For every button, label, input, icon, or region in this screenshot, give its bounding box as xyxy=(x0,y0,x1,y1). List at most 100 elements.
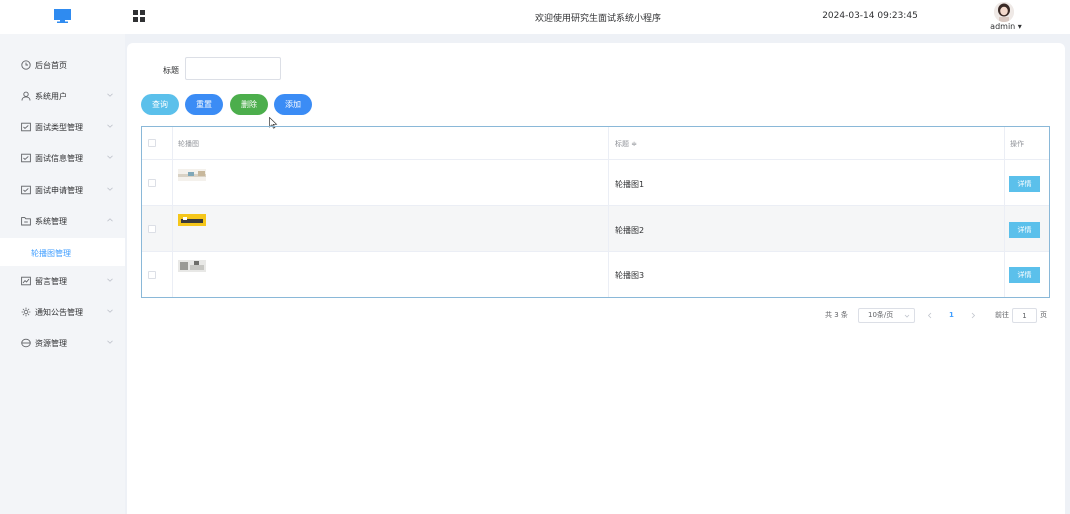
header-op-cell: 操作 xyxy=(1005,127,1049,159)
row-check-cell xyxy=(142,206,173,251)
sidebar-item-messages[interactable]: 留言管理 xyxy=(0,269,125,293)
detail-button[interactable]: 详情 xyxy=(1009,267,1040,283)
row-op-cell: 详情 xyxy=(1005,160,1049,205)
chevron-down-icon xyxy=(107,340,113,344)
carousel-thumbnail[interactable] xyxy=(178,260,206,272)
page-title: 欢迎使用研究生面试系统小程序 xyxy=(534,14,661,24)
user-icon xyxy=(21,91,31,101)
reset-button[interactable]: 重置 xyxy=(185,94,223,115)
query-button[interactable]: 查询 xyxy=(141,94,179,115)
row-op-cell: 详情 xyxy=(1005,206,1049,251)
monitor-icon[interactable] xyxy=(54,9,71,23)
clock-icon xyxy=(21,60,31,70)
chevron-up-icon xyxy=(107,218,113,222)
header-title-cell[interactable]: 标题 ≑ xyxy=(609,127,1005,159)
page-size-select[interactable]: 10条/页 xyxy=(858,308,915,323)
sidebar-item-system-management[interactable]: 系统管理 xyxy=(0,209,125,233)
header-datetime: 2024-03-14 09:23:45 xyxy=(822,11,918,21)
user-menu[interactable]: admin ▾ xyxy=(985,22,1027,31)
caret-down-icon: ▾ xyxy=(1017,22,1022,31)
delete-button[interactable]: 删除 xyxy=(230,94,268,115)
avatar-image xyxy=(994,2,1014,22)
chart-icon xyxy=(21,276,31,286)
row-check-cell xyxy=(142,252,173,297)
detail-button[interactable]: 详情 xyxy=(1009,176,1040,192)
row-title: 轮播图2 xyxy=(615,226,645,235)
next-page-icon[interactable] xyxy=(970,312,976,319)
folder-icon xyxy=(21,217,31,226)
sidebar-item-label: 面试类型管理 xyxy=(35,123,83,132)
sidebar-item-carousel-management[interactable]: 轮播图管理 xyxy=(0,238,125,266)
user-name-label: admin xyxy=(990,22,1016,31)
goto-page-input[interactable] xyxy=(1012,308,1037,323)
column-header-title[interactable]: 标题 ≑ xyxy=(615,139,637,149)
sidebar-item-interview-info[interactable]: 面试信息管理 xyxy=(0,146,125,170)
sidebar-item-label: 资源管理 xyxy=(35,339,67,348)
row-image-cell xyxy=(173,160,609,205)
avatar[interactable] xyxy=(994,2,1014,22)
row-image-cell xyxy=(173,252,609,297)
top-header: 欢迎使用研究生面试系统小程序 2024-03-14 09:23:45 admin… xyxy=(0,0,1070,34)
row-title-cell: 轮播图2 xyxy=(609,206,1005,251)
sidebar-item-label: 留言管理 xyxy=(35,277,67,286)
search-label: 标题 xyxy=(163,66,179,75)
carousel-thumbnail[interactable] xyxy=(178,214,206,226)
sidebar-item-home[interactable]: 后台首页 xyxy=(0,53,125,77)
row-image-cell xyxy=(173,206,609,251)
sidebar-item-label: 通知公告管理 xyxy=(35,308,83,317)
sidebar-item-interview-applications[interactable]: 面试申请管理 xyxy=(0,178,125,202)
sidebar-item-notices[interactable]: 通知公告管理 xyxy=(0,300,125,324)
detail-button[interactable]: 详情 xyxy=(1009,222,1040,238)
row-title: 轮播图1 xyxy=(615,180,645,189)
row-check-cell xyxy=(142,160,173,205)
row-checkbox[interactable] xyxy=(148,271,156,279)
sidebar-item-label: 系统用户 xyxy=(35,92,67,101)
main-content: 标题 查询 重置 删除 添加 轮播图 标题 ≑ 操作 轮播图1 详情 轮播图2 … xyxy=(127,43,1065,514)
page-suffix: 页 xyxy=(1040,311,1047,319)
current-page-number[interactable]: 1 xyxy=(949,308,954,323)
table-header-row: 轮播图 标题 ≑ 操作 xyxy=(142,127,1049,160)
chevron-down-icon xyxy=(107,309,113,313)
header-image-cell: 轮播图 xyxy=(173,127,609,159)
row-op-cell: 详情 xyxy=(1005,252,1049,297)
sidebar-item-label: 后台首页 xyxy=(35,61,67,70)
chevron-down-icon xyxy=(904,314,910,318)
sidebar: 后台首页 系统用户 面试类型管理 面试信息管理 面试申请管理 系统管理 轮播图管… xyxy=(0,34,125,514)
grid-menu-icon[interactable] xyxy=(133,10,145,22)
header-check-cell xyxy=(142,127,173,159)
goto-label: 前往 xyxy=(995,311,1009,319)
chevron-down-icon xyxy=(107,93,113,97)
chevron-down-icon xyxy=(107,187,113,191)
sidebar-item-system-users[interactable]: 系统用户 xyxy=(0,84,125,108)
table-row: 轮播图3 详情 xyxy=(142,252,1049,297)
pagination-total: 共 3 条 xyxy=(825,311,848,319)
sun-icon xyxy=(21,307,31,317)
form-icon xyxy=(21,122,31,132)
row-title-cell: 轮播图1 xyxy=(609,160,1005,205)
column-header-image: 轮播图 xyxy=(178,140,199,148)
disk-icon xyxy=(21,338,31,348)
form-icon xyxy=(21,185,31,195)
chevron-down-icon xyxy=(107,124,113,128)
row-title-cell: 轮播图3 xyxy=(609,252,1005,297)
select-all-checkbox[interactable] xyxy=(148,139,156,147)
sidebar-subitem-label: 轮播图管理 xyxy=(31,249,71,258)
column-header-op: 操作 xyxy=(1010,140,1024,148)
chevron-down-icon xyxy=(107,155,113,159)
row-checkbox[interactable] xyxy=(148,179,156,187)
page-size-value: 10条/页 xyxy=(868,311,894,319)
prev-page-icon[interactable] xyxy=(927,312,933,319)
form-icon xyxy=(21,153,31,163)
sidebar-item-label: 系统管理 xyxy=(35,217,67,226)
sidebar-item-label: 面试申请管理 xyxy=(35,186,83,195)
title-search-input[interactable] xyxy=(185,57,281,80)
add-button[interactable]: 添加 xyxy=(274,94,312,115)
sidebar-item-interview-types[interactable]: 面试类型管理 xyxy=(0,115,125,139)
row-title: 轮播图3 xyxy=(615,271,645,280)
carousel-table: 轮播图 标题 ≑ 操作 轮播图1 详情 轮播图2 详情 轮播图3 详情 xyxy=(141,126,1050,298)
row-checkbox[interactable] xyxy=(148,225,156,233)
carousel-thumbnail[interactable] xyxy=(178,169,206,181)
sidebar-item-resources[interactable]: 资源管理 xyxy=(0,331,125,355)
sidebar-item-label: 面试信息管理 xyxy=(35,154,83,163)
table-row: 轮播图1 详情 xyxy=(142,160,1049,206)
